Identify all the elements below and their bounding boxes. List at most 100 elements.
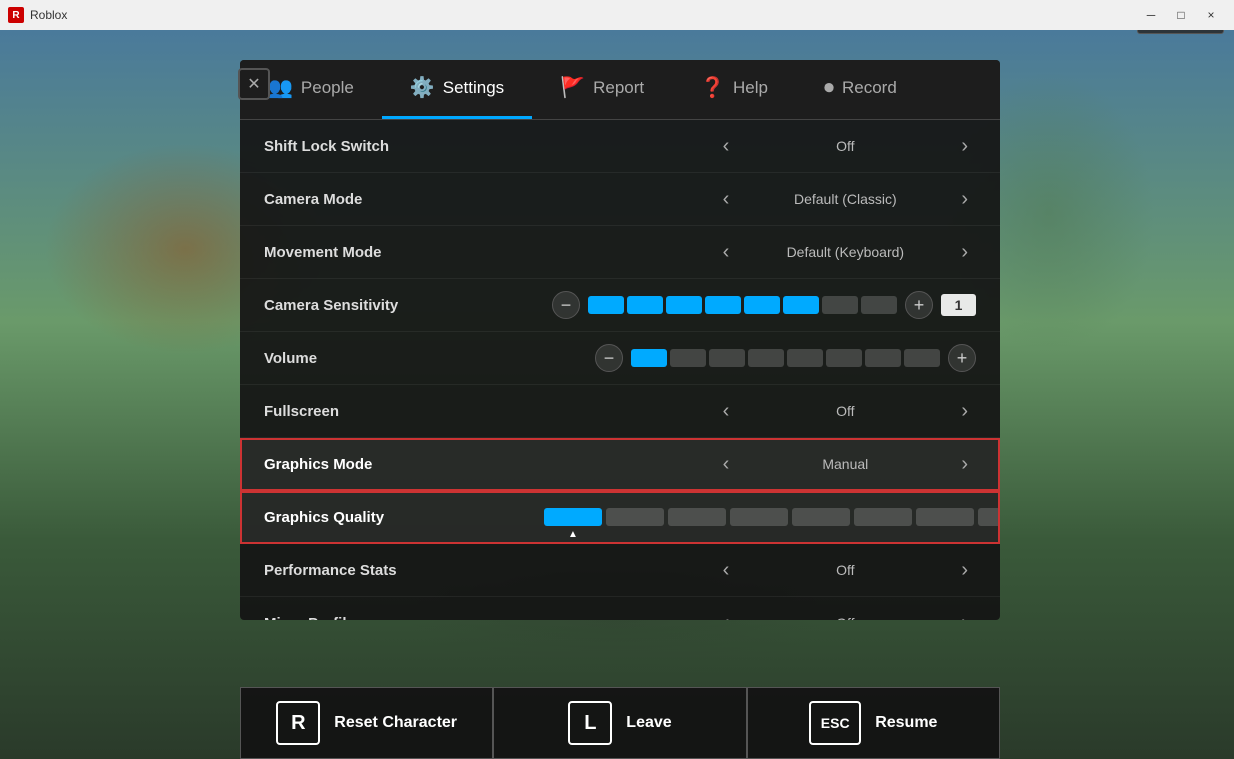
gfx-seg-5: [792, 508, 850, 526]
leave-key-badge: L: [568, 701, 612, 745]
movement-mode-left[interactable]: ‹: [715, 238, 738, 266]
gfx-seg-3: [668, 508, 726, 526]
title-bar-left: R Roblox: [8, 7, 67, 23]
record-icon: ⏺: [824, 78, 834, 98]
graphics-mode-label: Graphics Mode: [264, 456, 544, 473]
seg-2: [627, 296, 663, 314]
setting-shift-lock: Shift Lock Switch ‹ Off ›: [240, 120, 1000, 173]
shift-lock-value: Off: [745, 138, 945, 154]
resume-label: Resume: [875, 714, 937, 732]
camera-mode-label: Camera Mode: [264, 191, 544, 208]
performance-stats-control: ‹ Off ›: [544, 556, 976, 584]
vol-seg-4: [748, 349, 784, 367]
performance-stats-right[interactable]: ›: [953, 556, 976, 584]
settings-content: Shift Lock Switch ‹ Off › Camera Mode ‹ …: [240, 120, 1000, 620]
shift-lock-right[interactable]: ›: [953, 132, 976, 160]
camera-sensitivity-value: 1: [941, 294, 976, 316]
setting-camera-mode: Camera Mode ‹ Default (Classic) ›: [240, 173, 1000, 226]
camera-sensitivity-plus[interactable]: +: [905, 291, 933, 319]
graphics-quality-label: Graphics Quality: [264, 509, 544, 526]
resume-key-badge: ESC: [809, 701, 861, 745]
volume-plus[interactable]: +: [948, 344, 976, 372]
camera-sensitivity-label: Camera Sensitivity: [264, 297, 544, 314]
people-icon: 👥: [268, 78, 293, 98]
vol-seg-3: [709, 349, 745, 367]
tab-record-label: Record: [842, 78, 897, 98]
camera-mode-left[interactable]: ‹: [715, 185, 738, 213]
camera-mode-right[interactable]: ›: [953, 185, 976, 213]
vol-seg-5: [787, 349, 823, 367]
shift-lock-control: ‹ Off ›: [544, 132, 976, 160]
graphics-mode-control: ‹ Manual ›: [544, 450, 976, 478]
seg-5: [744, 296, 780, 314]
help-icon: ❓: [700, 78, 725, 98]
leave-label: Leave: [626, 714, 671, 732]
tab-bar: 👥 People ⚙️ Settings 🚩 Report ❓ Help ⏺ R…: [240, 60, 1000, 120]
close-button[interactable]: ×: [1196, 5, 1226, 25]
movement-mode-label: Movement Mode: [264, 244, 544, 261]
fullscreen-label: Fullscreen: [264, 403, 544, 420]
overlay-close-button[interactable]: ✕: [238, 68, 270, 100]
volume-minus[interactable]: −: [595, 344, 623, 372]
seg-6: [783, 296, 819, 314]
movement-mode-value: Default (Keyboard): [745, 244, 945, 260]
volume-track: [631, 349, 940, 367]
window-controls: ─ □ ×: [1136, 5, 1226, 25]
tab-record[interactable]: ⏺ Record: [796, 60, 925, 119]
gfx-seg-2: [606, 508, 664, 526]
leave-button[interactable]: L Leave: [493, 687, 746, 759]
setting-volume: Volume − +: [240, 332, 1000, 385]
movement-mode-control: ‹ Default (Keyboard) ›: [544, 238, 976, 266]
micro-profiler-control: ‹ Off ›: [544, 609, 976, 620]
resume-button[interactable]: ESC Resume: [747, 687, 1000, 759]
seg-4: [705, 296, 741, 314]
fullscreen-value: Off: [745, 403, 945, 419]
tab-help[interactable]: ❓ Help: [672, 60, 796, 119]
vol-seg-2: [670, 349, 706, 367]
setting-micro-profiler: Micro Profiler ‹ Off ›: [240, 597, 1000, 620]
micro-profiler-right[interactable]: ›: [953, 609, 976, 620]
minimize-button[interactable]: ─: [1136, 5, 1166, 25]
vol-seg-1: [631, 349, 667, 367]
gfx-seg-4: [730, 508, 788, 526]
gfx-seg-6: [854, 508, 912, 526]
performance-stats-left[interactable]: ‹: [715, 556, 738, 584]
reset-character-button[interactable]: R Reset Character: [240, 687, 493, 759]
graphics-quality-control: ▲ +: [544, 503, 1000, 531]
setting-fullscreen: Fullscreen ‹ Off ›: [240, 385, 1000, 438]
vol-seg-7: [865, 349, 901, 367]
camera-sensitivity-minus[interactable]: −: [552, 291, 580, 319]
action-bar: R Reset Character L Leave ESC Resume: [240, 687, 1000, 759]
gfx-seg-8: [978, 508, 1000, 526]
fullscreen-right[interactable]: ›: [953, 397, 976, 425]
camera-mode-value: Default (Classic): [745, 191, 945, 207]
setting-camera-sensitivity: Camera Sensitivity − + 1: [240, 279, 1000, 332]
tab-report[interactable]: 🚩 Report: [532, 60, 672, 119]
camera-sensitivity-control: − + 1: [544, 291, 976, 319]
seg-3: [666, 296, 702, 314]
micro-profiler-left[interactable]: ‹: [715, 609, 738, 620]
camera-mode-control: ‹ Default (Classic) ›: [544, 185, 976, 213]
reset-character-label: Reset Character: [334, 714, 457, 732]
graphics-mode-left[interactable]: ‹: [715, 450, 738, 478]
movement-mode-right[interactable]: ›: [953, 238, 976, 266]
shift-lock-label: Shift Lock Switch: [264, 138, 544, 155]
shift-lock-left[interactable]: ‹: [715, 132, 738, 160]
performance-stats-value: Off: [745, 562, 945, 578]
maximize-button[interactable]: □: [1166, 5, 1196, 25]
micro-profiler-value: Off: [745, 615, 945, 620]
vol-seg-8: [904, 349, 940, 367]
fullscreen-left[interactable]: ‹: [715, 397, 738, 425]
camera-sensitivity-track: [588, 296, 897, 314]
graphics-mode-right[interactable]: ›: [953, 450, 976, 478]
vol-seg-6: [826, 349, 862, 367]
settings-icon: ⚙️: [410, 78, 435, 98]
seg-7: [822, 296, 858, 314]
setting-movement-mode: Movement Mode ‹ Default (Keyboard) ›: [240, 226, 1000, 279]
micro-profiler-label: Micro Profiler: [264, 615, 544, 621]
seg-8: [861, 296, 897, 314]
tab-settings[interactable]: ⚙️ Settings: [382, 60, 532, 119]
volume-label: Volume: [264, 350, 544, 367]
setting-graphics-quality: Graphics Quality ▲ +: [240, 491, 1000, 544]
app-title: Roblox: [30, 8, 67, 22]
